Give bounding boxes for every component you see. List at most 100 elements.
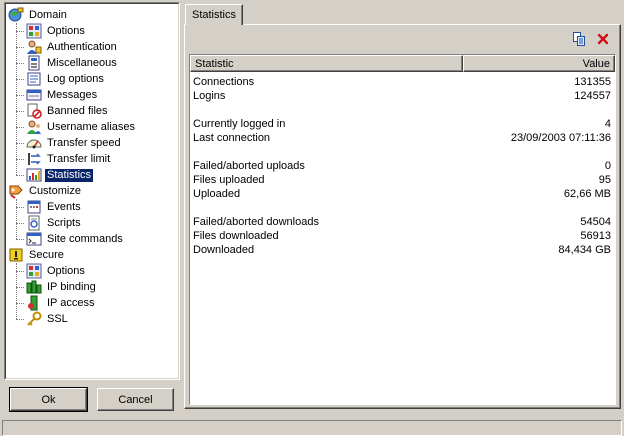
tree-item-domain[interactable]: Domain xyxy=(8,7,69,23)
column-header-value[interactable]: Value xyxy=(463,55,615,72)
log-options-icon xyxy=(26,71,42,87)
tree-connector xyxy=(16,303,24,304)
statistic-value: 84,434 GB xyxy=(558,244,611,256)
tree-connector xyxy=(16,111,24,112)
tree-connector xyxy=(16,271,24,272)
statistic-name: Logins xyxy=(193,90,226,102)
tree-item-customize[interactable]: Customize xyxy=(8,183,83,199)
tree-item-label: Events xyxy=(47,200,81,213)
tree-connector xyxy=(16,95,24,96)
customize-icon xyxy=(8,183,24,199)
tree-item-ip-access[interactable]: IP access xyxy=(26,295,97,311)
tree-connector xyxy=(16,31,24,32)
tree-connector xyxy=(16,319,24,320)
tree-item-secure[interactable]: Secure xyxy=(8,247,66,263)
tree-item-messages[interactable]: Messages xyxy=(26,87,99,103)
options-icon xyxy=(26,263,42,279)
tab-statistics[interactable]: Statistics xyxy=(185,4,243,25)
table-row[interactable]: Logins 124557 xyxy=(193,89,611,103)
statistic-value: 4 xyxy=(604,118,611,130)
tree-connector xyxy=(16,199,17,239)
miscellaneous-icon xyxy=(26,55,42,71)
tree-item-banned-files[interactable]: Banned files xyxy=(26,103,110,119)
transfer-speed-icon xyxy=(26,135,42,151)
tree-connector xyxy=(16,207,24,208)
statistic-value: 0 xyxy=(604,160,611,172)
tree-item-label: Statistics xyxy=(43,167,95,183)
cancel-button[interactable]: Cancel xyxy=(97,388,174,411)
table-row[interactable]: Currently logged in 4 xyxy=(193,117,611,131)
site-commands-icon xyxy=(26,231,42,247)
statistic-value: 131355 xyxy=(574,76,611,88)
banned-files-icon xyxy=(26,103,42,119)
tree-item-username-aliases[interactable]: Username aliases xyxy=(26,119,137,135)
tree-connector xyxy=(16,159,24,160)
column-header-statistic[interactable]: Statistic xyxy=(190,55,463,72)
tree-connector xyxy=(16,63,24,64)
table-row[interactable]: Files uploaded 95 xyxy=(193,173,611,187)
tree-item-label: Miscellaneous xyxy=(47,56,117,69)
tree-item-ip-binding[interactable]: IP binding xyxy=(26,279,98,295)
table-row[interactable]: Downloaded 84,434 GB xyxy=(193,243,611,257)
tree-item-label: Domain xyxy=(29,8,67,21)
tree-item-options[interactable]: Options xyxy=(26,23,87,39)
table-row[interactable]: Failed/aborted uploads 0 xyxy=(193,159,611,173)
clear-icon[interactable] xyxy=(594,30,612,48)
tree-item-label: Banned files xyxy=(47,104,108,117)
tree-item-miscellaneous[interactable]: Miscellaneous xyxy=(26,55,119,71)
tree-connector xyxy=(16,263,17,319)
tree-item-label: Transfer speed xyxy=(47,136,121,149)
statistic-name: Failed/aborted uploads xyxy=(193,160,305,172)
tree-item-label: IP access xyxy=(47,296,95,309)
statistic-value: 95 xyxy=(598,174,611,186)
tree-item-label: Scripts xyxy=(47,216,81,229)
tree-item-transfer-speed[interactable]: Transfer speed xyxy=(26,135,123,151)
tree-connector xyxy=(16,287,24,288)
tree-item-label: Messages xyxy=(47,88,98,101)
tree-item-label: Options xyxy=(47,264,85,277)
tree-item-events[interactable]: Events xyxy=(26,199,83,215)
tree-item-label: Log options xyxy=(47,72,104,85)
tree-connector xyxy=(16,223,24,224)
statistic-value: 124557 xyxy=(574,90,611,102)
tree-item-ssl[interactable]: SSL xyxy=(26,311,70,327)
tree-item-transfer-limit[interactable]: Transfer limit xyxy=(26,151,112,167)
statistics-icon xyxy=(26,167,42,183)
statistics-list[interactable]: Statistic Value Connections 131355 Logins 1… xyxy=(189,54,616,405)
tree-item-scripts[interactable]: Scripts xyxy=(26,215,83,231)
table-row[interactable]: Last connection 23/09/2003 07:11:36 xyxy=(193,131,611,145)
tree-item-label: Customize xyxy=(29,184,81,197)
ssl-icon xyxy=(26,311,42,327)
tree-connector xyxy=(16,239,24,240)
table-row[interactable]: Uploaded 62,66 MB xyxy=(193,187,611,201)
settings-tree-content: Domain Options Authentication Miscellaneous… xyxy=(5,3,179,379)
events-icon xyxy=(26,199,42,215)
statistic-value: 23/09/2003 07:11:36 xyxy=(510,132,611,144)
copy-icon[interactable] xyxy=(570,30,588,48)
table-row[interactable]: Files downloaded 56913 xyxy=(193,229,611,243)
tree-item-label: Username aliases xyxy=(47,120,136,133)
tree-connector xyxy=(16,143,24,144)
tree-item-label: Site commands xyxy=(47,232,123,245)
table-row[interactable]: Failed/aborted downloads 54504 xyxy=(193,215,611,229)
tree-connector xyxy=(16,175,24,176)
tree-item-options[interactable]: Options xyxy=(26,263,87,279)
statistic-value: 62,66 MB xyxy=(563,188,611,200)
tree-item-site-commands[interactable]: Site commands xyxy=(26,231,125,247)
username-aliases-icon xyxy=(26,119,42,135)
tree-item-authentication[interactable]: Authentication xyxy=(26,39,119,55)
secure-icon xyxy=(8,247,24,263)
tree-connector xyxy=(16,23,17,175)
tree-item-statistics[interactable]: Statistics xyxy=(26,167,95,183)
ip-binding-icon xyxy=(26,279,42,295)
ip-access-icon xyxy=(26,295,42,311)
ok-button[interactable]: Ok xyxy=(9,387,88,412)
statistic-name: Last connection xyxy=(193,132,271,144)
tree-item-label: Authentication xyxy=(47,40,117,53)
tree-connector xyxy=(16,127,24,128)
tree-item-log-options[interactable]: Log options xyxy=(26,71,106,87)
settings-tree[interactable]: Domain Options Authentication Miscellaneous… xyxy=(4,2,180,380)
tree-item-label: Transfer limit xyxy=(47,152,111,165)
statistic-name: Connections xyxy=(193,76,255,88)
table-row[interactable]: Connections 131355 xyxy=(193,75,611,89)
